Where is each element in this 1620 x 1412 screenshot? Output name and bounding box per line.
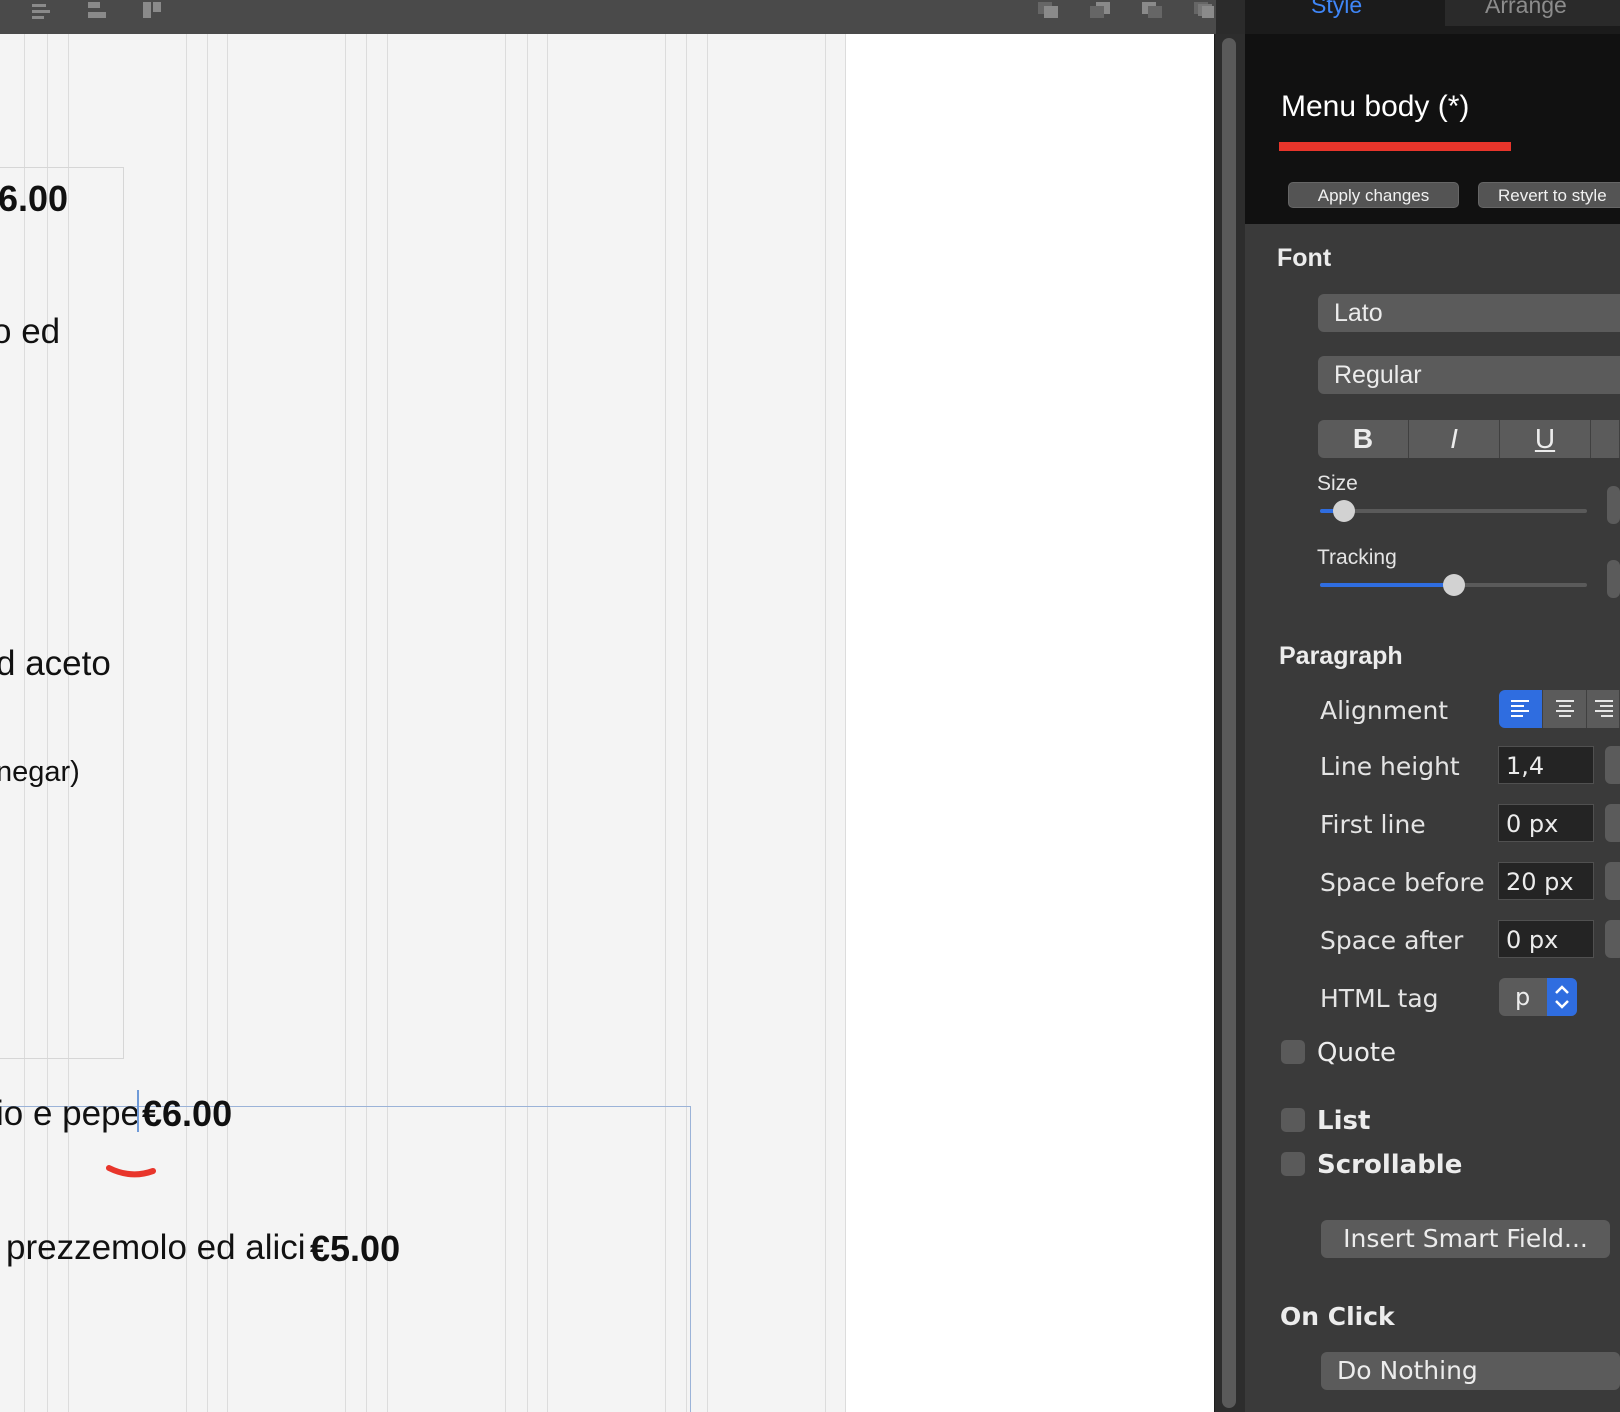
first-line-label: First line [1320,810,1426,839]
canvas-toolbar [0,0,1216,34]
scroll-thumb[interactable] [1222,38,1236,1408]
scrollable-label: Scrollable [1317,1150,1463,1180]
italic-button[interactable]: I [1409,420,1500,458]
editing-canvas[interactable]: 6.00 o ed d aceto negar) io e pepe €6.00… [0,34,1214,1412]
quote-checkbox[interactable] [1281,1040,1305,1064]
menu-item-name[interactable]: prezzemolo ed alici [6,1228,306,1268]
on-click-action-select[interactable]: Do Nothing [1321,1352,1620,1390]
quote-label: Quote [1317,1038,1397,1068]
space-before-field[interactable]: 20 px [1498,862,1594,900]
space-after-stepper[interactable] [1605,920,1620,958]
strikethrough-button[interactable] [1591,420,1620,458]
arrange-down-icon[interactable] [141,0,163,22]
send-back-icon[interactable] [1192,0,1214,22]
space-after-label: Space after [1320,926,1464,955]
canvas-scrollbar[interactable] [1214,34,1245,1412]
size-slider-knob[interactable] [1333,500,1356,522]
list-checkbox[interactable] [1281,1108,1305,1132]
apply-changes-button[interactable]: Apply changes [1288,182,1459,208]
line-height-field[interactable]: 1,4 [1498,746,1594,784]
align-left-icon[interactable] [30,0,52,22]
font-weight-select[interactable]: Regular [1318,356,1620,394]
chevron-updown-icon [1555,985,1569,1009]
html-tag-label: HTML tag [1320,984,1439,1013]
align-left-icon [1510,700,1529,717]
distribute-icon[interactable] [86,0,108,22]
send-backward-icon[interactable] [1140,0,1162,22]
menu-text-fragment: o ed [0,312,61,351]
size-label: Size [1317,472,1358,495]
menu-text-fragment: d aceto [0,644,111,683]
bring-front-icon[interactable] [1036,0,1058,22]
grid-guide [825,34,826,1412]
inspector-tabs: Style Arrange [1245,0,1620,34]
paragraph-heading: Paragraph [1279,642,1403,670]
size-value-field[interactable] [1607,486,1620,524]
text-caret [137,1090,139,1132]
price-text: 6.00 [0,178,69,219]
menu-item-price: €5.00 [310,1228,401,1269]
line-height-label: Line height [1320,752,1460,781]
menu-item-price: €6.00 [142,1093,233,1134]
tracking-slider-knob[interactable] [1442,574,1465,596]
revert-to-style-button[interactable]: Revert to style [1478,182,1620,208]
scrollable-checkbox[interactable] [1281,1152,1305,1176]
align-center-button[interactable] [1543,690,1587,728]
spellcheck-mark [106,1165,156,1178]
tracking-label: Tracking [1317,546,1397,569]
insert-smart-field-button[interactable]: Insert Smart Field... [1321,1220,1610,1258]
font-heading: Font [1277,244,1332,272]
underline-button[interactable]: U [1500,420,1591,458]
bold-button[interactable]: B [1318,420,1409,458]
space-before-label: Space before [1320,868,1485,897]
font-family-select[interactable]: Lato [1318,294,1620,332]
bring-forward-icon[interactable] [1088,0,1110,22]
alignment-control [1499,690,1620,728]
list-label: List [1317,1106,1371,1136]
line-height-stepper[interactable] [1605,746,1620,784]
html-tag-select-arrow[interactable] [1547,978,1577,1016]
style-name[interactable]: Menu body (*) [1281,90,1469,124]
align-right-icon [1595,700,1613,717]
tab-style[interactable]: Style [1311,0,1362,26]
space-before-stepper[interactable] [1605,862,1620,900]
grid-guide [707,34,708,1412]
on-click-heading: On Click [1280,1302,1395,1331]
first-line-stepper[interactable] [1605,804,1620,842]
size-slider[interactable] [1320,509,1587,513]
first-line-field[interactable]: 0 px [1498,804,1594,842]
menu-item-name[interactable]: io e pepe [0,1094,140,1134]
align-right-button[interactable] [1587,690,1620,728]
space-after-field[interactable]: 0 px [1498,920,1594,958]
align-center-icon [1555,700,1574,717]
menu-text-fragment: negar) [0,756,80,788]
style-color-indicator [1279,142,1511,151]
tracking-value-field[interactable] [1607,560,1620,598]
page-margin-area [845,34,1214,1412]
alignment-label: Alignment [1320,696,1449,725]
tab-arrange[interactable]: Arrange [1445,0,1620,26]
text-box-previous[interactable] [0,167,124,1059]
align-left-button[interactable] [1499,690,1543,728]
tracking-slider-fill [1320,583,1454,587]
grid-guide [845,34,846,1412]
